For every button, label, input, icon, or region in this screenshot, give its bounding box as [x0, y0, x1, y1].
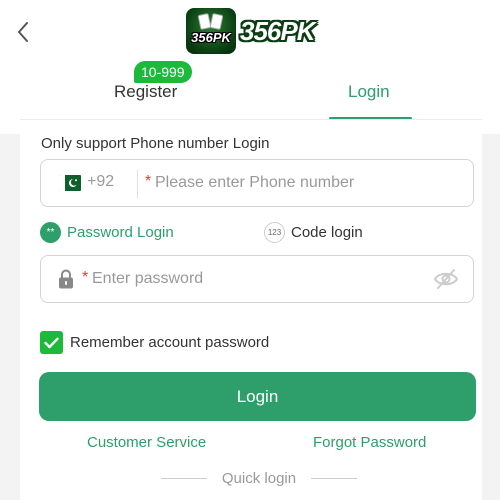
quick-login-divider: Quick login [161, 470, 357, 487]
lock-icon [59, 269, 73, 289]
tab-divider [20, 119, 482, 120]
pakistan-flag-icon[interactable] [60, 175, 81, 191]
back-button[interactable] [10, 18, 36, 46]
login-method-hint: Only support Phone number Login [41, 135, 270, 152]
code-login-mode[interactable]: 123 Code login [264, 222, 363, 243]
app-logo-badge: 356PK [186, 8, 236, 54]
tab-register[interactable]: Register [114, 82, 177, 102]
phone-required-mark: * [145, 173, 152, 190]
code-mode-label: Code login [291, 224, 363, 241]
password-input[interactable] [92, 256, 422, 302]
divider-line-left [161, 478, 207, 479]
quick-login-label: Quick login [221, 470, 297, 487]
password-login-mode[interactable]: ** Password Login [40, 222, 174, 243]
password-mode-label: Password Login [67, 224, 174, 241]
app-logo-text: 356PK [240, 16, 315, 46]
phone-separator [137, 170, 138, 198]
forgot-password-link[interactable]: Forgot Password [313, 434, 426, 451]
tab-login[interactable]: Login [348, 82, 390, 102]
remember-label: Remember account password [70, 334, 270, 351]
password-required-mark: * [82, 269, 89, 286]
country-code[interactable]: +92 [87, 173, 114, 191]
checkmark-icon [44, 337, 59, 348]
chevron-left-icon [18, 22, 28, 42]
register-reward-badge: 10-999 [134, 61, 192, 83]
remember-checkbox[interactable] [40, 331, 63, 354]
customer-service-link[interactable]: Customer Service [87, 434, 206, 451]
eye-off-icon[interactable] [433, 268, 459, 290]
logo-mini-text: 356PK [191, 30, 231, 45]
password-mode-icon: ** [40, 222, 61, 243]
remember-password-toggle[interactable]: Remember account password [40, 331, 269, 354]
login-button[interactable]: Login [39, 372, 476, 421]
divider-line-right [310, 478, 357, 479]
phone-input[interactable] [155, 160, 455, 206]
phone-field: +92 * [40, 159, 474, 207]
password-field: * [40, 255, 474, 303]
code-mode-icon: 123 [264, 222, 285, 243]
